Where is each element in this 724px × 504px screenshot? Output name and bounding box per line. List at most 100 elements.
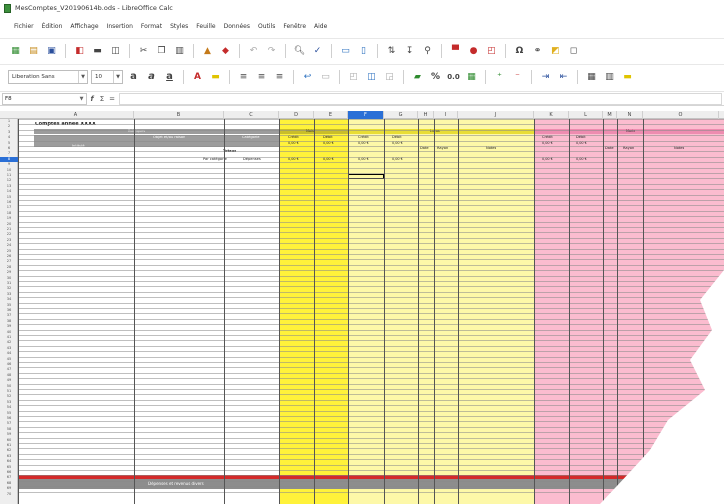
row-header[interactable]: 8 [0, 156, 18, 162]
row-header[interactable]: 61 [0, 443, 18, 448]
row-header[interactable]: 24 [0, 243, 18, 248]
row-header[interactable]: 15 [0, 195, 18, 200]
row-header[interactable]: 40 [0, 330, 18, 335]
special-character-icon[interactable]: Ω [512, 43, 527, 58]
increase-indent-icon[interactable]: ⇥ [538, 69, 553, 84]
column-header-g[interactable]: G [384, 111, 418, 119]
export-pdf-icon[interactable]: ◧ [72, 43, 87, 58]
column-header-d[interactable]: D [279, 111, 314, 119]
highlight-color-icon[interactable]: ▬ [208, 69, 223, 84]
formula-icon[interactable]: = [107, 95, 117, 103]
insert-chart-icon[interactable]: ● [466, 43, 481, 58]
row-header[interactable]: 35 [0, 303, 18, 308]
row-header[interactable]: 7 [0, 151, 18, 156]
wrap-text-icon[interactable]: ↩ [300, 69, 315, 84]
row-header[interactable]: 42 [0, 340, 18, 345]
row-header[interactable]: 9 [0, 162, 18, 167]
row-header[interactable]: 45 [0, 357, 18, 362]
row-header[interactable]: 12 [0, 178, 18, 183]
row-header[interactable]: 23 [0, 238, 18, 243]
align-center-icon[interactable]: ≡ [254, 69, 269, 84]
function-wizard-icon[interactable]: f [87, 95, 97, 103]
row-header[interactable]: 11 [0, 173, 18, 178]
row-header[interactable]: 19 [0, 216, 18, 221]
row-header[interactable]: 63 [0, 454, 18, 459]
redo-icon[interactable]: ↷ [264, 43, 279, 58]
row-header[interactable]: 69 [0, 486, 18, 491]
cut-icon[interactable]: ✂ [136, 43, 151, 58]
menu-styles[interactable]: Styles [170, 23, 188, 30]
font-name-select[interactable]: Liberation Sans ▼ [8, 69, 88, 84]
row-header[interactable]: 39 [0, 324, 18, 329]
decrease-indent-icon[interactable]: ⇤ [556, 69, 571, 84]
number-format-icon[interactable]: 0.0 [446, 69, 461, 84]
row-header[interactable]: 28 [0, 265, 18, 270]
row-header[interactable]: 51 [0, 389, 18, 394]
menu-fenetre[interactable]: Fenêtre [283, 23, 306, 30]
row-header[interactable]: 16 [0, 200, 18, 205]
date-format-icon[interactable]: ▦ [464, 69, 479, 84]
row-header[interactable]: 46 [0, 362, 18, 367]
pivot-table-icon[interactable]: ◰ [484, 43, 499, 58]
row-header[interactable]: 29 [0, 270, 18, 275]
hyperlink-icon[interactable]: ⚭ [530, 43, 545, 58]
row-header[interactable]: 34 [0, 297, 18, 302]
row-header[interactable]: 65 [0, 465, 18, 470]
column-header-e[interactable]: E [314, 111, 348, 119]
open-folder-icon[interactable]: ▤ [26, 43, 41, 58]
row-header[interactable]: 33 [0, 292, 18, 297]
menu-donnees[interactable]: Données [224, 23, 250, 30]
column-header-c[interactable]: C [224, 111, 279, 119]
border-color-icon[interactable]: ▬ [620, 69, 635, 84]
row-header[interactable]: 4 [0, 135, 18, 140]
row-header[interactable]: 18 [0, 211, 18, 216]
sum-icon[interactable]: Σ [97, 95, 107, 103]
add-decimal-icon[interactable]: ⁺ [492, 69, 507, 84]
align-right-icon[interactable]: ≡ [272, 69, 287, 84]
row-header[interactable]: 56 [0, 416, 18, 421]
column-header-b[interactable]: B [134, 111, 224, 119]
undo-icon[interactable]: ↶ [246, 43, 261, 58]
menu-outils[interactable]: Outils [258, 23, 275, 30]
row-header[interactable]: 50 [0, 384, 18, 389]
headers-footers-icon[interactable]: ◻ [566, 43, 581, 58]
spelling-icon[interactable]: ✓ [310, 43, 325, 58]
row-header[interactable]: 36 [0, 308, 18, 313]
name-box[interactable]: F8 ▼ [2, 92, 87, 105]
menu-format[interactable]: Format [141, 23, 162, 30]
row-header[interactable]: 6 [0, 146, 18, 151]
comment-icon[interactable]: ◩ [548, 43, 563, 58]
find-replace-icon[interactable]: 🔍︎ [292, 43, 307, 58]
borders-icon[interactable]: ▦ [584, 69, 599, 84]
row-header[interactable]: 13 [0, 184, 18, 189]
row-icon[interactable]: ▭ [338, 43, 353, 58]
formula-input[interactable] [119, 92, 722, 105]
column-header-j[interactable]: J [458, 111, 534, 119]
row-header[interactable]: 20 [0, 222, 18, 227]
row-header[interactable]: 17 [0, 205, 18, 210]
column-header-l[interactable]: L [569, 111, 603, 119]
row-header[interactable]: 47 [0, 367, 18, 372]
menu-edition[interactable]: Édition [42, 23, 63, 30]
row-header[interactable]: 55 [0, 411, 18, 416]
row-header[interactable]: 26 [0, 254, 18, 259]
menu-insertion[interactable]: Insertion [107, 23, 133, 30]
sort-icon[interactable]: ⇅ [384, 43, 399, 58]
row-header[interactable]: 32 [0, 286, 18, 291]
row-header[interactable]: 49 [0, 378, 18, 383]
align-bottom-icon[interactable]: ◲ [382, 69, 397, 84]
percent-format-icon[interactable]: % [428, 69, 443, 84]
row-header[interactable]: 25 [0, 249, 18, 254]
column-header-k[interactable]: K [534, 111, 569, 119]
column-header-i[interactable]: I [434, 111, 458, 119]
clone-formatting-icon[interactable]: ▲ [200, 43, 215, 58]
menu-aide[interactable]: Aide [314, 23, 327, 30]
row-header[interactable]: 37 [0, 313, 18, 318]
column-header-a[interactable]: A [18, 111, 134, 119]
row-header[interactable]: 21 [0, 227, 18, 232]
currency-format-icon[interactable]: ▰ [410, 69, 425, 84]
column-header-n[interactable]: N [617, 111, 643, 119]
underline-button[interactable]: a [162, 69, 177, 84]
row-header[interactable]: 31 [0, 281, 18, 286]
row-header[interactable]: 30 [0, 276, 18, 281]
